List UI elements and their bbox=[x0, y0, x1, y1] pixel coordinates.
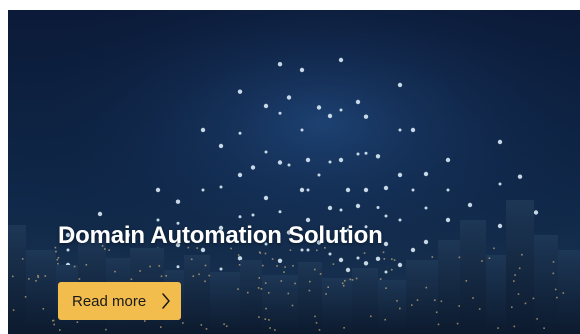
read-more-button[interactable]: Read more bbox=[58, 282, 181, 320]
hero-banner: Domain Automation Solution Read more bbox=[8, 10, 580, 334]
page: Domain Automation Solution Read more bbox=[0, 0, 580, 334]
hero-title: Domain Automation Solution bbox=[58, 222, 383, 249]
chevron-right-icon bbox=[162, 293, 170, 309]
read-more-label: Read more bbox=[72, 292, 147, 310]
